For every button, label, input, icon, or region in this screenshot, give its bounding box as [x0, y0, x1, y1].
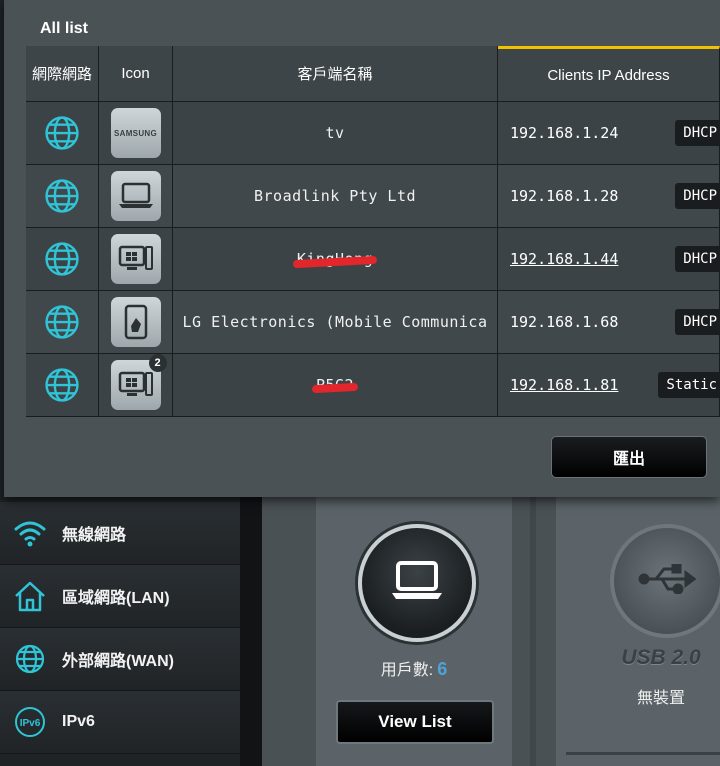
- client-name: Broadlink Pty Ltd: [173, 165, 498, 228]
- windows-desktop-icon[interactable]: [110, 234, 161, 284]
- sidebar-item-label: 外部網路(WAN): [62, 653, 174, 670]
- table-row[interactable]: KingHong 192.168.1.44 DHCP: [26, 228, 720, 291]
- usb-status: 無裝置: [636, 690, 685, 707]
- ip-type-badge: DHCP: [675, 120, 720, 146]
- ip-cell: 192.168.1.24 DHCP: [498, 102, 720, 165]
- device-icon-cell: [99, 228, 173, 291]
- sidebar-item-label: IPv6: [62, 713, 95, 730]
- table-row[interactable]: 2 P5G2 192.168.1.81 Static: [26, 354, 720, 417]
- usb-icon: [638, 563, 697, 599]
- table-row[interactable]: LG Electronics (Mobile Communica 192.168…: [26, 291, 720, 354]
- internet-globe-icon: [26, 354, 99, 417]
- export-button[interactable]: 匯出: [551, 436, 707, 478]
- internet-globe-icon: [26, 291, 99, 354]
- ip-cell: 192.168.1.81 Static: [498, 354, 720, 417]
- laptop-icon: [389, 559, 445, 608]
- internet-globe-icon: [26, 165, 99, 228]
- client-name: P5G2: [173, 354, 498, 417]
- ip-cell: 192.168.1.28 DHCP: [498, 165, 720, 228]
- ip-address: 192.168.1.28: [510, 187, 619, 205]
- table-header: 網際網路 Icon 客戶端名稱 Clients IP Address: [26, 46, 720, 102]
- column-header-ip[interactable]: Clients IP Address: [498, 46, 720, 102]
- device-icon-cell: 2: [99, 354, 173, 417]
- ip-address-link[interactable]: 192.168.1.44: [510, 250, 618, 268]
- windows-desktop-icon[interactable]: 2: [110, 354, 167, 410]
- redacted-client-name: P5G2: [315, 376, 355, 394]
- table-row[interactable]: Broadlink Pty Ltd 192.168.1.28 DHCP: [26, 165, 720, 228]
- ipv6-icon: IPv6: [12, 704, 48, 740]
- ip-type-badge: DHCP: [675, 183, 720, 209]
- client-name: tv: [173, 102, 498, 165]
- all-list-modal: All list 網際網路 Icon 客戶端名稱 Clients IP Addr…: [4, 0, 720, 497]
- ip-type-badge: Static: [658, 372, 720, 398]
- sidebar-item-label: 無線網路: [62, 527, 127, 544]
- sidebar-item-wireless[interactable]: 無線網路: [0, 502, 240, 565]
- ip-address: 192.168.1.68: [510, 313, 619, 331]
- device-count-badge: 2: [148, 354, 167, 372]
- modal-title: All list: [40, 20, 89, 37]
- ip-cell: 192.168.1.68 DHCP: [498, 291, 720, 354]
- clients-button[interactable]: [358, 524, 476, 642]
- ip-type-badge: DHCP: [675, 309, 720, 335]
- usb-button[interactable]: [610, 524, 720, 638]
- usb-divider: [566, 752, 720, 755]
- usb-title: USB 2.0: [621, 646, 701, 669]
- client-name: KingHong: [173, 228, 498, 291]
- ip-cell: 192.168.1.44 DHCP: [498, 228, 720, 291]
- client-count-value: 6: [437, 659, 448, 679]
- client-name: LG Electronics (Mobile Communica: [173, 291, 498, 354]
- view-list-button[interactable]: View List: [336, 700, 494, 744]
- client-count-label: 用戶數:: [380, 662, 434, 679]
- samsung-tv-icon[interactable]: SAMSUNG: [110, 108, 161, 158]
- column-header-network[interactable]: 網際網路: [26, 46, 99, 102]
- ip-address: 192.168.1.24: [510, 124, 619, 142]
- card-divider: [530, 490, 536, 766]
- column-header-client-name[interactable]: 客戶端名稱: [173, 46, 498, 102]
- client-count: 用戶數: 6: [316, 656, 512, 680]
- internet-globe-icon: [26, 102, 99, 165]
- sidebar-item-ipv6[interactable]: IPv6 IPv6: [0, 691, 240, 754]
- ip-type-badge: DHCP: [675, 246, 720, 272]
- column-header-icon[interactable]: Icon: [99, 46, 173, 102]
- globe-icon: [12, 641, 48, 677]
- sidebar-item-lan[interactable]: 區域網路(LAN): [0, 565, 240, 628]
- redacted-client-name: KingHong: [296, 250, 374, 268]
- internet-globe-icon: [26, 228, 99, 291]
- samsung-logo-text: SAMSUNG: [114, 128, 157, 138]
- wifi-icon: [12, 515, 48, 551]
- table-row[interactable]: SAMSUNG tv 192.168.1.24 DHCP: [26, 102, 720, 165]
- sidebar-item-wan[interactable]: 外部網路(WAN): [0, 628, 240, 691]
- svg-text:IPv6: IPv6: [20, 718, 41, 729]
- home-icon: [12, 578, 48, 614]
- device-icon-cell: [99, 291, 173, 354]
- phone-icon[interactable]: [110, 297, 161, 347]
- modal-title-bar: All list: [26, 12, 720, 47]
- ip-address-link[interactable]: 192.168.1.81: [510, 376, 618, 394]
- sidebar-item-label: 區域網路(LAN): [62, 590, 170, 607]
- device-icon-cell: [99, 165, 173, 228]
- device-icon-cell: SAMSUNG: [99, 102, 173, 165]
- laptop-icon[interactable]: [110, 171, 161, 221]
